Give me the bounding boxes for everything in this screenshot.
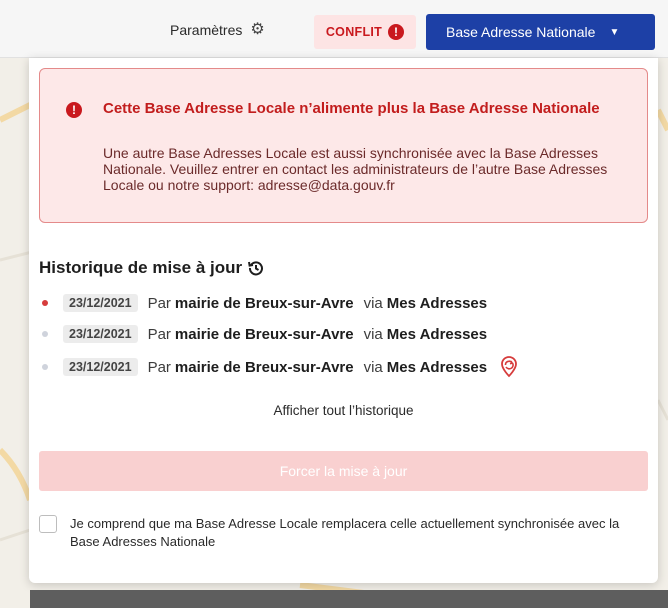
confirm-checkbox-label[interactable]: Je comprend que ma Base Adresse Locale r… <box>70 515 630 551</box>
conflict-alert: ! Cette Base Adresse Locale n’alimente p… <box>39 68 648 223</box>
ban-dropdown-button[interactable]: Base Adresse Nationale ▼ <box>426 14 655 50</box>
top-bar: Paramètres ⚙ CONFLIT ! Base Adresse Nati… <box>0 0 668 58</box>
history-via: via <box>363 294 383 312</box>
history-row: 23/12/2021 Par mairie de Breux-sur-Avre … <box>39 292 487 314</box>
history-by: Par <box>147 294 171 312</box>
history-source: Mes Adresses <box>386 325 488 343</box>
history-date: 23/12/2021 <box>63 358 138 376</box>
history-icon <box>248 260 264 276</box>
history-by: Par <box>147 325 171 343</box>
history-via: via <box>363 325 383 343</box>
caret-down-icon: ▼ <box>609 26 620 38</box>
confirm-checkbox[interactable] <box>39 515 57 533</box>
history-date: 23/12/2021 <box>63 325 138 343</box>
history-author: mairie de Breux-sur-Avre <box>174 325 354 343</box>
history-source: Mes Adresses <box>386 294 488 312</box>
ban-sync-panel: ! Cette Base Adresse Locale n’alimente p… <box>29 58 658 583</box>
history-source: Mes Adresses <box>386 358 488 376</box>
latest-dot-icon <box>42 300 48 306</box>
history-via: via <box>363 358 383 376</box>
history-row: 23/12/2021 Par mairie de Breux-sur-Avre … <box>39 356 519 378</box>
gear-icon: ⚙ <box>250 21 265 38</box>
sync-pin-icon <box>499 356 519 378</box>
history-author: mairie de Breux-sur-Avre <box>174 294 354 312</box>
alert-body: Une autre Base Adresses Locale est aussi… <box>103 145 608 193</box>
history-date: 23/12/2021 <box>63 294 138 312</box>
history-author: mairie de Breux-sur-Avre <box>174 358 354 376</box>
exclamation-icon: ! <box>388 24 405 40</box>
bottom-scroll-bar <box>30 590 668 608</box>
settings-label: Paramètres <box>170 22 243 38</box>
history-by: Par <box>147 358 171 376</box>
alert-icon: ! <box>66 102 82 118</box>
alert-title: Cette Base Adresse Locale n’alimente plu… <box>103 100 600 117</box>
ban-button-label: Base Adresse Nationale <box>446 24 596 40</box>
settings-button[interactable]: Paramètres ⚙ <box>170 21 265 39</box>
conflict-label: CONFLIT <box>325 25 383 39</box>
history-row: 23/12/2021 Par mairie de Breux-sur-Avre … <box>39 323 487 345</box>
past-dot-icon <box>42 331 48 337</box>
show-all-history-link[interactable]: Afficher tout l’historique <box>29 403 658 418</box>
history-title: Historique de mise à jour <box>39 258 243 277</box>
history-heading: Historique de mise à jour <box>39 258 264 278</box>
force-update-button[interactable]: Forcer la mise à jour <box>39 451 648 491</box>
conflict-badge[interactable]: CONFLIT ! <box>314 15 416 49</box>
past-dot-icon <box>42 364 48 370</box>
